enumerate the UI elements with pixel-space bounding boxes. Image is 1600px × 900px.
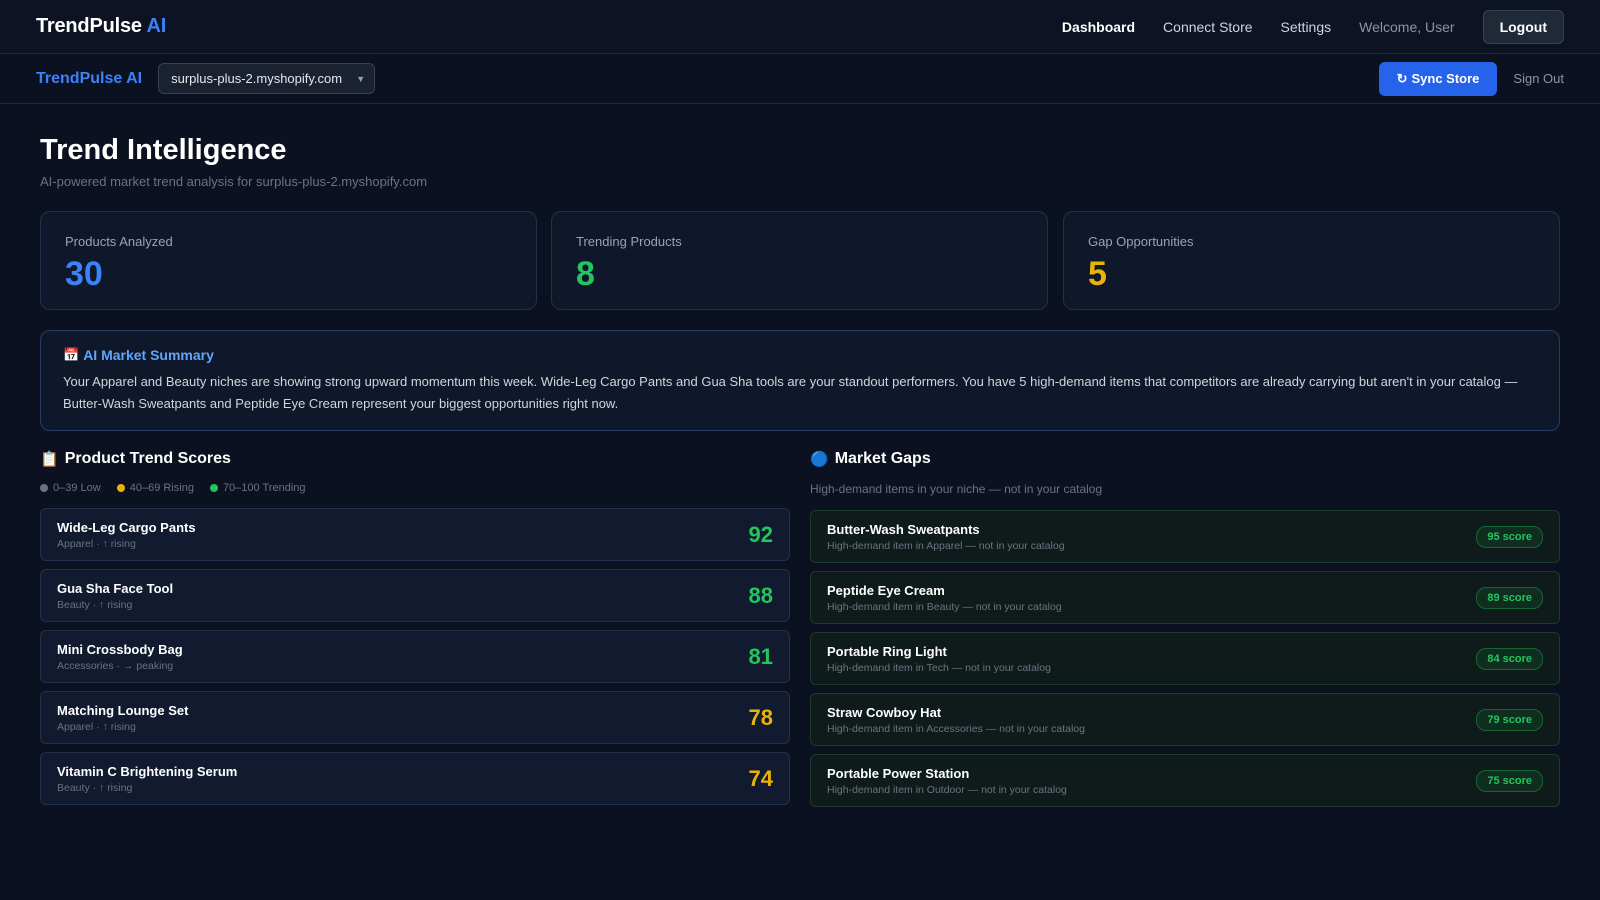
trend-score: 74 bbox=[748, 765, 773, 791]
page-subtitle: AI-powered market trend analysis for sur… bbox=[40, 174, 428, 189]
stat-value: 5 bbox=[1088, 255, 1107, 293]
logout-button[interactable]: Logout bbox=[1482, 9, 1564, 44]
brand-ai: AI bbox=[146, 15, 167, 37]
legend-dot bbox=[209, 484, 218, 492]
product-name: Mini Crossbody Bag bbox=[57, 641, 183, 657]
product-meta: Accessories · → peaking bbox=[57, 659, 174, 672]
sign-out-link[interactable]: Sign Out bbox=[1513, 71, 1564, 86]
stat-card-products-analyzed: Products Analyzed 30 bbox=[40, 211, 537, 310]
stat-card-gap-opportunities: Gap Opportunities 5 bbox=[1063, 211, 1560, 310]
trend-score: 88 bbox=[748, 582, 773, 608]
gap-name: Portable Ring Light bbox=[827, 643, 947, 659]
legend-label: 70–100 Trending bbox=[222, 482, 306, 494]
nav-settings[interactable]: Settings bbox=[1281, 19, 1332, 35]
gap-row[interactable]: Straw Cowboy Hat High-demand item in Acce… bbox=[810, 693, 1560, 746]
refresh-icon: ↻ bbox=[1396, 70, 1408, 86]
clipboard-icon: 📋 bbox=[40, 451, 59, 468]
brand-logo[interactable]: TrendPulse AI bbox=[36, 15, 166, 38]
gap-meta: High-demand item in Beauty — not in your… bbox=[827, 600, 1062, 613]
summary-text: Your Apparel and Beauty niches are showi… bbox=[63, 374, 1518, 411]
score-legend: 0–39 Low 40–69 Rising 70–100 Trending bbox=[40, 482, 322, 494]
stat-label: Products Analyzed bbox=[65, 234, 173, 249]
blue-circle-icon: 🔵 bbox=[810, 451, 829, 468]
product-meta: Beauty · ↑ rising bbox=[57, 781, 133, 794]
calendar-icon: 📅 bbox=[63, 347, 80, 362]
legend-dot bbox=[116, 484, 125, 492]
legend-low: 0–39 Low bbox=[40, 482, 101, 494]
store-select-value: surplus-plus-2.myshopify.com bbox=[171, 71, 343, 86]
product-name: Wide-Leg Cargo Pants bbox=[57, 519, 196, 535]
stat-card-trending-products: Trending Products 8 bbox=[551, 211, 1048, 310]
gap-row[interactable]: Portable Ring Light High-demand item in T… bbox=[810, 632, 1560, 685]
summary-title: 📅 AI Market Summary bbox=[63, 347, 1537, 363]
stat-label: Gap Opportunities bbox=[1088, 234, 1194, 249]
legend-rising: 40–69 Rising bbox=[116, 482, 194, 494]
trend-row[interactable]: Gua Sha Face Tool Beauty · ↑ rising 88 bbox=[40, 569, 790, 622]
gap-score-badge: 84 score bbox=[1476, 647, 1543, 670]
gap-score-badge: 79 score bbox=[1476, 708, 1543, 731]
product-name: Matching Lounge Set bbox=[57, 702, 189, 718]
chevron-down-icon: ▼ bbox=[356, 74, 366, 84]
trend-row[interactable]: Mini Crossbody Bag Accessories · → peakin… bbox=[40, 630, 790, 683]
product-meta: Apparel · ↑ rising bbox=[57, 720, 136, 733]
trend-row[interactable]: Vitamin C Brightening Serum Beauty · ↑ ri… bbox=[40, 752, 790, 805]
brand-name: TrendPulse bbox=[36, 15, 142, 37]
summary-title-text: AI Market Summary bbox=[83, 347, 214, 363]
nav-dashboard[interactable]: Dashboard bbox=[1062, 19, 1135, 35]
top-navbar: TrendPulse AI Dashboard Connect Store Se… bbox=[0, 0, 1600, 54]
page-title: Trend Intelligence bbox=[40, 134, 287, 166]
sync-store-label: Sync Store bbox=[1411, 71, 1480, 86]
trend-score: 78 bbox=[748, 704, 773, 730]
market-gaps-subtitle: High-demand items in your niche — not in… bbox=[810, 482, 1103, 496]
gap-name: Straw Cowboy Hat bbox=[827, 704, 942, 720]
legend-dot bbox=[40, 484, 48, 492]
gap-meta: High-demand item in Accessories — not in… bbox=[827, 722, 1085, 735]
gap-meta: High-demand item in Apparel — not in you… bbox=[827, 539, 1065, 552]
nav-connect-store[interactable]: Connect Store bbox=[1163, 19, 1253, 35]
gap-score-badge: 89 score bbox=[1476, 586, 1543, 609]
legend-label: 40–69 Rising bbox=[129, 482, 194, 494]
product-meta: Beauty · ↑ rising bbox=[57, 598, 133, 611]
product-name: Vitamin C Brightening Serum bbox=[57, 763, 238, 779]
stat-value: 30 bbox=[65, 255, 103, 293]
trend-row[interactable]: Matching Lounge Set Apparel · ↑ rising 78 bbox=[40, 691, 790, 744]
store-toolbar: TrendPulse AI surplus-plus-2.myshopify.c… bbox=[0, 54, 1600, 104]
market-gaps-title-text: Market Gaps bbox=[834, 450, 931, 467]
gap-name: Butter-Wash Sweatpants bbox=[827, 521, 980, 537]
gap-row[interactable]: Peptide Eye Cream High-demand item in Bea… bbox=[810, 571, 1560, 624]
trend-scores-title-text: Product Trend Scores bbox=[64, 450, 231, 467]
legend-label: 0–39 Low bbox=[53, 482, 101, 494]
trend-scores-title: 📋 Product Trend Scores bbox=[40, 450, 231, 468]
stat-label: Trending Products bbox=[576, 234, 682, 249]
trend-row[interactable]: Wide-Leg Cargo Pants Apparel · ↑ rising 9… bbox=[40, 508, 790, 561]
top-nav: Dashboard Connect Store Settings Welcome… bbox=[1034, 9, 1564, 44]
ai-market-summary: 📅 AI Market Summary Your Apparel and Bea… bbox=[40, 330, 1560, 431]
welcome-text: Welcome, User bbox=[1359, 18, 1455, 35]
trend-score: 81 bbox=[748, 643, 773, 669]
trend-score: 92 bbox=[748, 521, 773, 547]
stat-value: 8 bbox=[576, 255, 595, 293]
product-name: Gua Sha Face Tool bbox=[57, 580, 174, 596]
sync-store-button[interactable]: ↻ Sync Store bbox=[1378, 61, 1498, 96]
gap-score-badge: 95 score bbox=[1476, 525, 1543, 548]
gap-meta: High-demand item in Outdoor — not in you… bbox=[827, 783, 1067, 796]
gap-score-badge: 75 score bbox=[1476, 769, 1543, 792]
gap-name: Portable Power Station bbox=[827, 765, 970, 781]
gap-row[interactable]: Portable Power Station High-demand item i… bbox=[810, 754, 1560, 807]
legend-trending: 70–100 Trending bbox=[209, 482, 306, 494]
gap-name: Peptide Eye Cream bbox=[827, 582, 945, 598]
sub-brand: TrendPulse AI bbox=[36, 69, 143, 87]
market-gaps-title: 🔵 Market Gaps bbox=[810, 450, 931, 468]
gap-meta: High-demand item in Tech — not in your c… bbox=[827, 661, 1051, 674]
store-select[interactable]: surplus-plus-2.myshopify.com ▼ bbox=[158, 63, 376, 94]
gap-row[interactable]: Butter-Wash Sweatpants High-demand item i… bbox=[810, 510, 1560, 563]
product-meta: Apparel · ↑ rising bbox=[57, 537, 136, 550]
